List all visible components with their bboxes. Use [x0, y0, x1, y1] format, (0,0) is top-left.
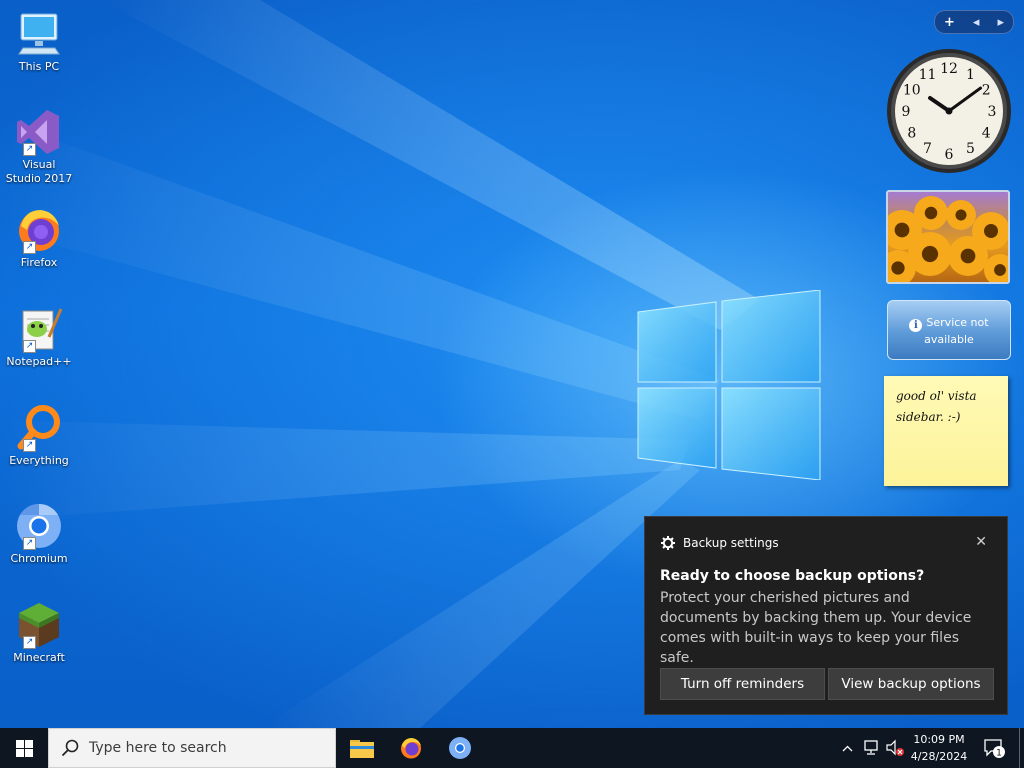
- clock-numeral: 11: [919, 67, 937, 83]
- network-icon: [864, 740, 878, 755]
- toast-body: Protect your cherished pictures and docu…: [660, 590, 972, 666]
- chromium-icon: ↗: [15, 502, 63, 550]
- desktop-icon-label: Chromium: [10, 552, 68, 565]
- clock-numeral: 2: [982, 83, 991, 99]
- start-button[interactable]: [0, 728, 48, 768]
- clock-numeral: 9: [902, 104, 911, 120]
- backup-notification-toast[interactable]: Backup settings ✕ Ready to choose backup…: [644, 516, 1008, 715]
- desktop-icon-everything[interactable]: ↗ Everything: [4, 404, 74, 468]
- notification-icon: 1: [984, 739, 1005, 759]
- file-explorer-icon: [350, 740, 374, 758]
- windows-logo-icon: [15, 739, 33, 757]
- show-hidden-icons-button[interactable]: [838, 728, 856, 768]
- desktop-icon-label: Notepad++: [6, 355, 72, 368]
- search-icon: [61, 739, 79, 757]
- gadget-sidebar-controls: + ◂ ▸: [934, 10, 1014, 34]
- taskbar-search-box[interactable]: Type here to search: [48, 728, 336, 768]
- taskbar-clock[interactable]: 10:09 PM 4/28/2024: [904, 731, 974, 765]
- turn-off-reminders-button[interactable]: Turn off reminders: [660, 668, 825, 700]
- shortcut-arrow-icon: ↗: [23, 537, 36, 550]
- next-page-button[interactable]: ▸: [997, 15, 1004, 30]
- clock-numeral: 6: [945, 147, 954, 163]
- everything-icon: ↗: [15, 404, 63, 452]
- desktop-icon-minecraft[interactable]: ↗ Minecraft: [4, 601, 74, 665]
- taskbar-file-explorer[interactable]: [338, 728, 386, 768]
- volume-button[interactable]: [884, 728, 906, 768]
- this-pc-icon: [15, 10, 63, 58]
- firefox-icon: [401, 738, 421, 759]
- desktop-icon-firefox[interactable]: ↗ Firefox: [4, 206, 74, 270]
- close-icon[interactable]: ✕: [975, 534, 987, 550]
- clock-numeral: 5: [966, 141, 975, 157]
- desktop-icon-this-pc[interactable]: This PC: [4, 10, 74, 74]
- minecraft-icon: ↗: [15, 601, 63, 649]
- sticky-note-gadget[interactable]: good ol' vista sidebar. :-): [884, 376, 1008, 486]
- firefox-icon: ↗: [15, 206, 63, 254]
- desktop-icon-label: This PC: [18, 60, 60, 73]
- clock-gadget[interactable]: 12 12 3 45678 9 1011: [886, 48, 1012, 174]
- network-status-button[interactable]: [860, 728, 882, 768]
- clock-numeral: 4: [982, 126, 991, 142]
- taskbar-date: 4/28/2024: [910, 750, 968, 763]
- shortcut-arrow-icon: ↗: [23, 241, 36, 254]
- sticky-note-line: sidebar. :-): [896, 410, 961, 424]
- desktop-icon-visual-studio[interactable]: ↗ Visual Studio 2017: [4, 108, 74, 186]
- visual-studio-icon: ↗: [15, 108, 63, 156]
- sticky-note-line: good ol' vista: [896, 389, 977, 403]
- taskbar-chromium[interactable]: [436, 728, 484, 768]
- taskbar-time: 10:09 PM: [913, 733, 965, 746]
- clock-numeral: 3: [988, 104, 997, 120]
- clock-numeral: 10: [903, 83, 921, 99]
- weather-status-message: Service not available: [924, 316, 989, 346]
- desktop-icon-label: Visual Studio 2017: [5, 158, 73, 185]
- clock-numeral: 7: [923, 141, 932, 157]
- desktop-icon-notepad-plus-plus[interactable]: ↗ Notepad++: [4, 305, 74, 369]
- view-backup-options-button[interactable]: View backup options: [828, 668, 994, 700]
- weather-gadget[interactable]: i Service not available: [887, 300, 1011, 360]
- clock-numeral: 8: [907, 126, 916, 142]
- desktop-icon-chromium[interactable]: ↗ Chromium: [4, 502, 74, 566]
- previous-page-button[interactable]: ◂: [973, 15, 980, 30]
- desktop-icon-label: Everything: [9, 454, 69, 467]
- slideshow-gadget[interactable]: [886, 190, 1010, 284]
- toast-header: Backup settings: [661, 536, 779, 550]
- chromium-icon: [449, 737, 471, 759]
- show-desktop-button[interactable]: [1019, 728, 1024, 768]
- desktop-icon-label: Firefox: [20, 256, 58, 269]
- toast-title: Ready to choose backup options?: [660, 568, 925, 584]
- taskbar: Type here to search 10:09 PM 4/28/2024 1: [0, 728, 1024, 768]
- info-icon: i: [909, 319, 923, 332]
- shortcut-arrow-icon: ↗: [23, 340, 36, 353]
- chevron-up-icon: [842, 745, 852, 751]
- toast-app-name: Backup settings: [683, 536, 779, 550]
- action-center-button[interactable]: 1: [980, 728, 1008, 768]
- shortcut-arrow-icon: ↗: [23, 439, 36, 452]
- clock-numeral: 1: [966, 67, 975, 83]
- shortcut-arrow-icon: ↗: [23, 636, 36, 649]
- taskbar-firefox[interactable]: [387, 728, 435, 768]
- gear-icon: [661, 536, 675, 550]
- notepad-plus-plus-icon: ↗: [15, 305, 63, 353]
- wallpaper-windows-logo: [637, 290, 821, 480]
- add-gadget-button[interactable]: +: [944, 15, 955, 30]
- search-placeholder: Type here to search: [89, 740, 227, 756]
- notification-count: 1: [996, 749, 1002, 759]
- desktop-icon-label: Minecraft: [13, 651, 65, 664]
- clock-numeral: 12: [940, 61, 958, 77]
- speaker-muted-icon: [886, 739, 904, 756]
- shortcut-arrow-icon: ↗: [23, 143, 36, 156]
